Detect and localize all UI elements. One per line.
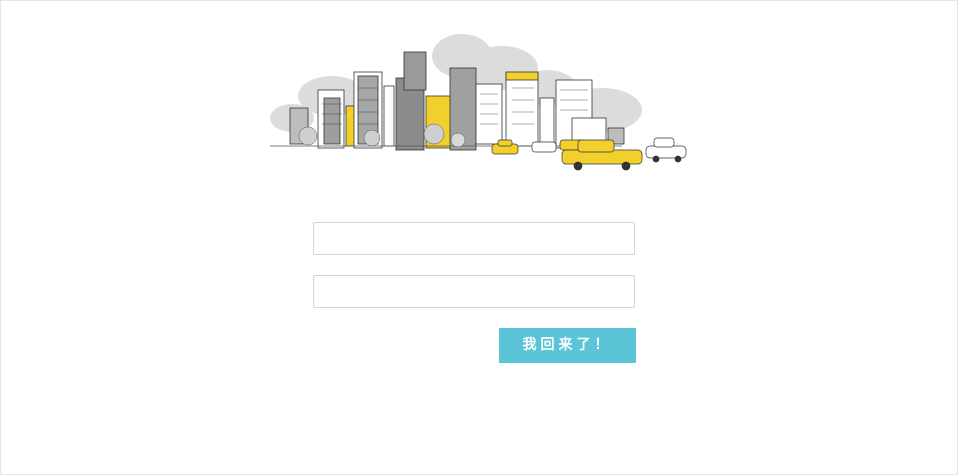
login-button[interactable]: 我回来了！ <box>499 328 636 363</box>
city-skyline-illustration <box>270 34 687 171</box>
password-field[interactable] <box>313 275 635 308</box>
username-field[interactable] <box>313 222 635 255</box>
